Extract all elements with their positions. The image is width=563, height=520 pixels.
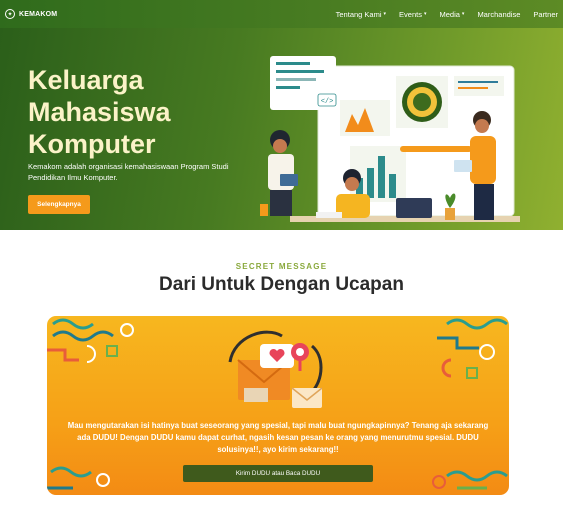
menu-item-media[interactable]: Media ▾ [439, 10, 464, 19]
menu-item-marchandise[interactable]: Marchandise [477, 10, 520, 19]
selengkapnya-button[interactable]: Selengkapnya [28, 195, 90, 214]
top-navbar: ✦ KEMAKOM Tentang Kami ▾ Events ▾ Media … [0, 0, 563, 28]
menu-item-partner[interactable]: Partner [533, 10, 558, 19]
brand-name: KEMAKOM [19, 10, 58, 18]
chevron-down-icon: ▾ [461, 11, 465, 17]
envelope-illustration [228, 330, 323, 408]
kemakom-logo-icon: ✦ [5, 9, 15, 19]
hero-description: Kemakom adalah organisasi kemahasiswaan … [28, 162, 229, 182]
menu-item-events[interactable]: Events ▾ [399, 10, 426, 19]
section-title: Dari Untuk Dengan Ucapan [159, 274, 404, 295]
chevron-down-icon: ▾ [423, 11, 427, 17]
dudu-description: Mau mengutarakan isi hatinya buat seseor… [67, 421, 489, 454]
main-menu: Tentang Kami ▾ Events ▾ Media ▾ Marchand… [323, 0, 558, 28]
chevron-down-icon: ▾ [383, 11, 387, 17]
code-icon: </> [321, 98, 334, 106]
menu-item-tentang-kami[interactable]: Tentang Kami ▾ [336, 10, 386, 19]
dudu-card: Mau mengutarakan isi hatinya buat seseor… [47, 316, 509, 495]
brand-logo[interactable]: ✦ KEMAKOM [5, 9, 57, 19]
kirim-dudu-button[interactable]: Kirim DUDU atau Baca DUDU [183, 465, 373, 482]
hero-banner: Keluarga Mahasiswa Komputer Kemakom adal… [0, 28, 563, 230]
section-eyebrow: SECRET MESSAGE [235, 262, 328, 271]
hero-title: Keluarga Mahasiswa Komputer [28, 65, 171, 159]
hero-illustration: </> [260, 56, 520, 222]
